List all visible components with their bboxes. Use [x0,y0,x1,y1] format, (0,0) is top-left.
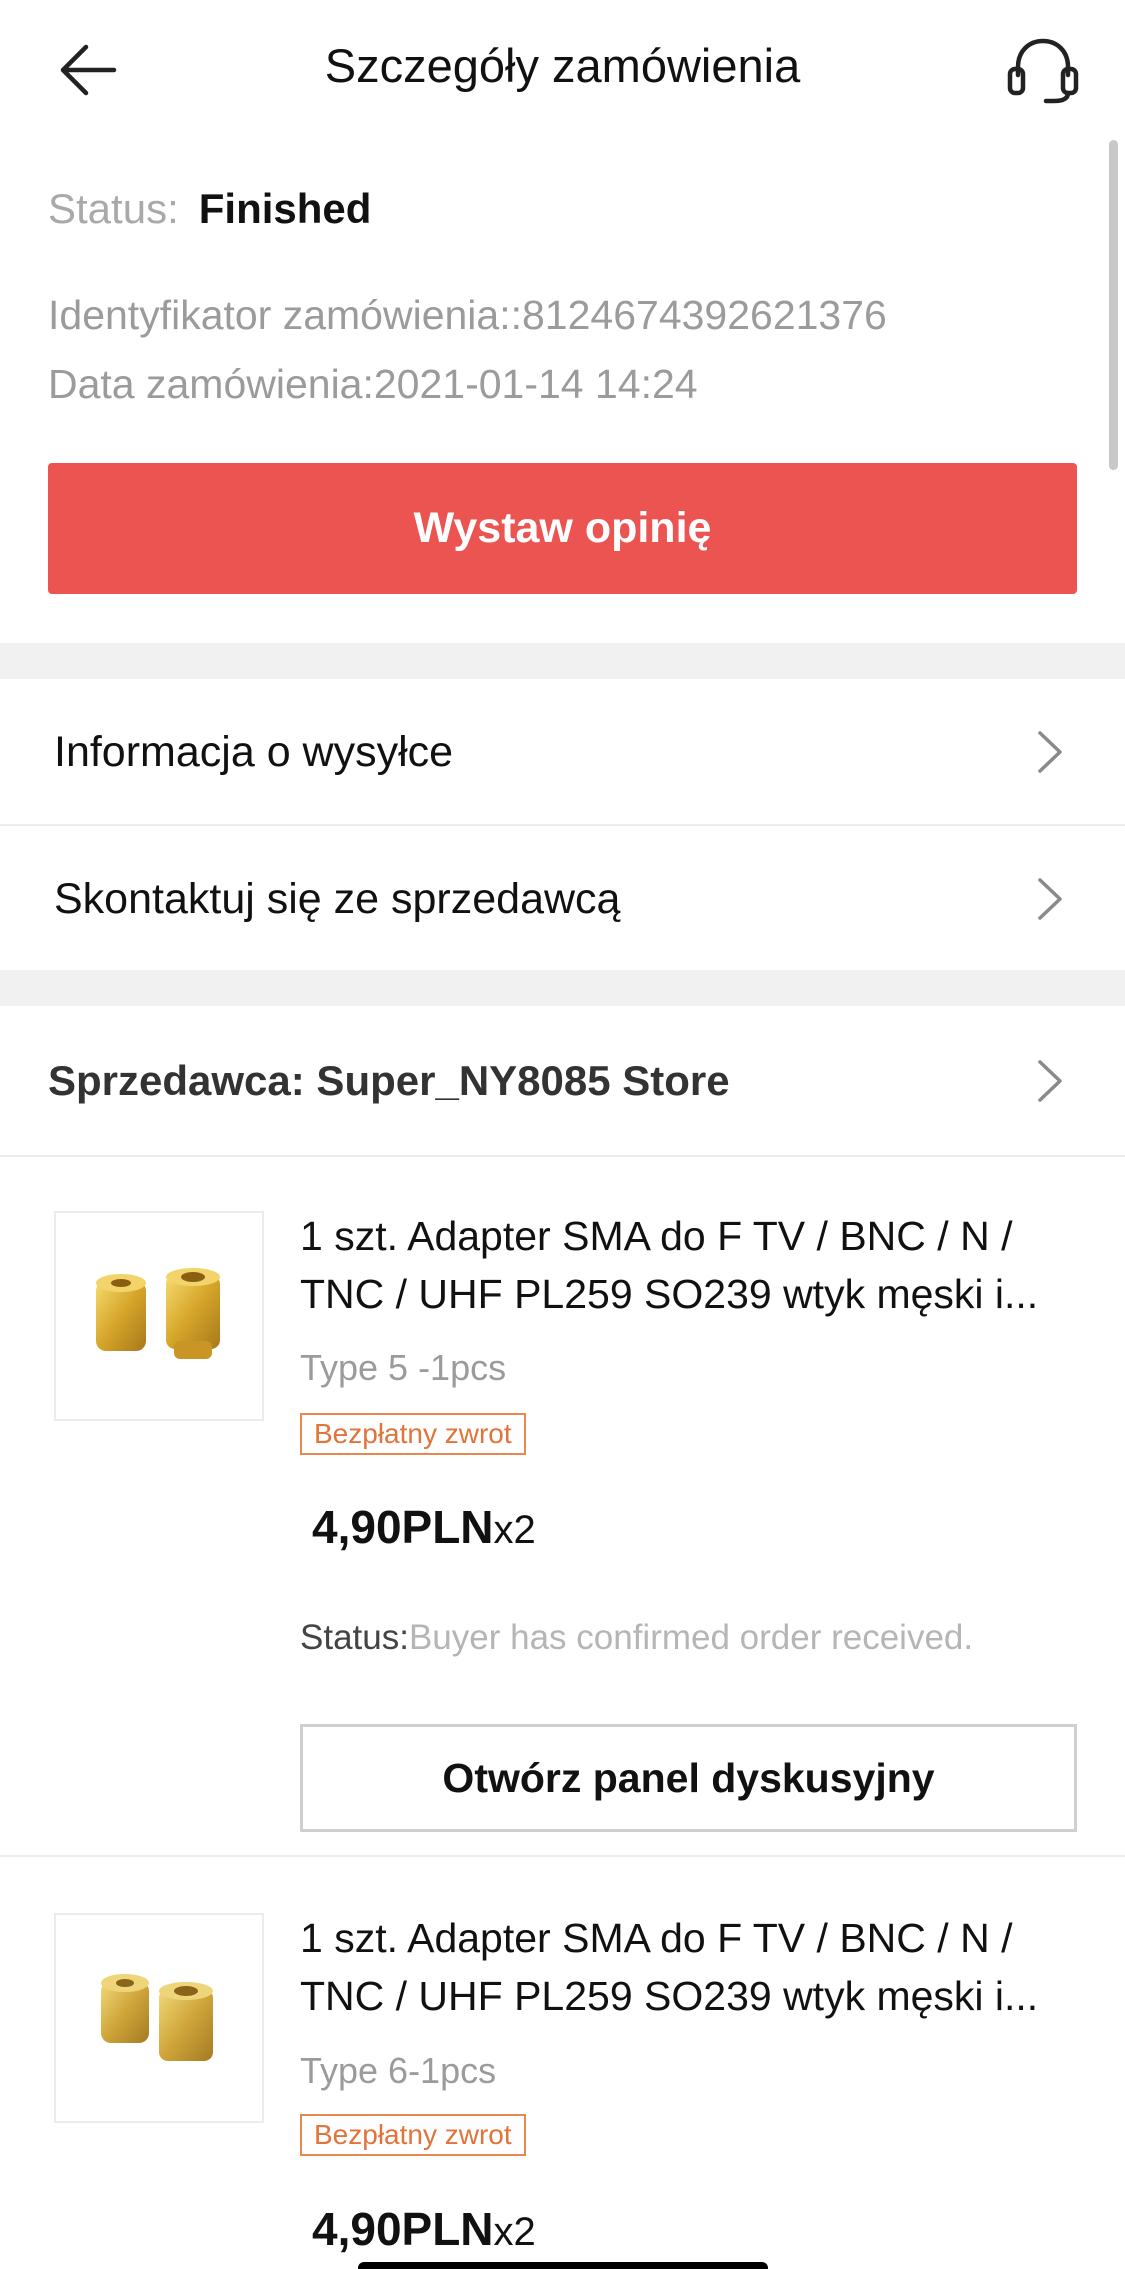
write-review-button[interactable]: Wystaw opinię [48,463,1077,594]
contact-seller-row[interactable]: Skontaktuj się ze sprzedawcą [0,826,1125,972]
section-separator [0,970,1125,1006]
order-status-value: Finished [198,185,372,232]
open-dispute-button[interactable]: Otwórz panel dyskusyjny [300,1724,1077,1832]
quantity: x2 [493,2210,536,2254]
product-image [96,1268,220,1359]
quantity: x2 [493,1508,536,1552]
product-variant: Type 6-1pcs [300,2050,497,2091]
product-thumbnail[interactable] [54,1211,264,1421]
item-status-label: Status: [300,1618,409,1657]
price-amount: 4,90PLN [312,1501,494,1553]
home-indicator [358,2262,768,2269]
order-id: Identyfikator zamówienia::81246743926213… [48,292,887,338]
shipping-info-label: Informacja o wysyłce [54,727,454,776]
product-image [101,1974,213,2061]
order-item: 1 szt. Adapter SMA do F TV / BNC / N / T… [0,1857,1125,2269]
item-status: Status:Buyer has confirmed order receive… [300,1618,973,1658]
top-bar: Szczegóły zamówienia [0,0,1125,135]
contact-seller-label: Skontaktuj się ze sprzedawcą [54,874,621,923]
order-status-label: Status: [48,185,179,232]
order-status: Status: Finished [48,185,371,233]
free-return-badge: Bezpłatny zwrot [300,2114,526,2156]
product-variant: Type 5 -1pcs [300,1347,507,1388]
free-return-badge: Bezpłatny zwrot [300,1413,526,1455]
scrollbar[interactable] [1109,140,1118,470]
product-title[interactable]: 1 szt. Adapter SMA do F TV / BNC / N / T… [300,1909,1060,2025]
product-thumbnail[interactable] [54,1913,264,2123]
section-separator [0,643,1125,679]
support-button[interactable] [1001,28,1085,112]
shipping-info-row[interactable]: Informacja o wysyłce [0,679,1125,825]
item-status-value: Buyer has confirmed order received. [408,1618,974,1657]
seller-row[interactable]: Sprzedawca: Super_NY8085 Store [0,1006,1125,1156]
chevron-right-icon [1038,878,1062,920]
seller-name: Sprzedawca: Super_NY8085 Store [48,1057,730,1104]
page-title: Szczegóły zamówienia [324,39,801,92]
product-price: 4,90PLNx2 [312,2202,536,2256]
order-date: Data zamówienia:2021-01-14 14:24 [48,361,698,407]
headset-icon [1007,38,1079,104]
product-title[interactable]: 1 szt. Adapter SMA do F TV / BNC / N / T… [300,1207,1060,1323]
chevron-right-icon [1038,1060,1062,1102]
product-price: 4,90PLNx2 [312,1500,536,1554]
price-amount: 4,90PLN [312,2203,494,2255]
order-item: 1 szt. Adapter SMA do F TV / BNC / N / T… [0,1157,1125,1857]
chevron-right-icon [1038,731,1062,773]
